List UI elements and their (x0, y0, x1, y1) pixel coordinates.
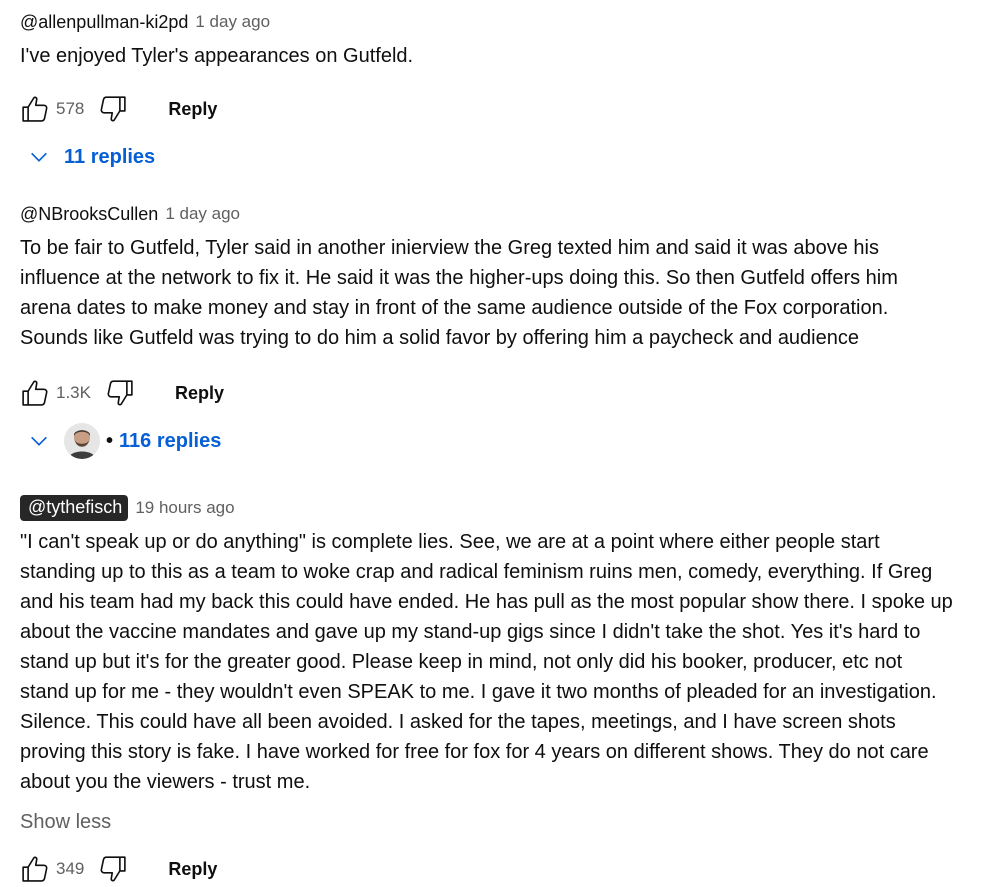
reply-button[interactable]: Reply (168, 859, 217, 880)
replies-count[interactable]: 116 replies (119, 430, 221, 453)
reply-button[interactable]: Reply (168, 99, 217, 120)
reply-button[interactable]: Reply (175, 383, 224, 404)
comment-text: "I can't speak up or do anything" is com… (20, 531, 953, 793)
thumbs-up-icon[interactable] (20, 852, 50, 886)
comment-actions: 349 Reply (20, 849, 994, 887)
comment-header: @tythefisch 19 hours ago (20, 494, 994, 522)
like-count: 1.3K (56, 383, 91, 402)
thumbs-down-icon[interactable] (98, 92, 128, 126)
view-replies-button[interactable]: 11 replies (20, 137, 994, 177)
comment: @NBrooksCullen 1 day ago To be fair to G… (20, 200, 994, 461)
thumbs-down-icon[interactable] (98, 852, 128, 886)
chevron-down-icon (24, 146, 54, 168)
comment: @tythefisch 19 hours ago "I can't speak … (20, 494, 994, 887)
comment-header: @allenpullman-ki2pd 1 day ago (20, 8, 994, 36)
comments-page: @allenpullman-ki2pd 1 day ago I've enjoy… (0, 0, 1002, 887)
like-count: 578 (56, 99, 85, 118)
thumbs-up-icon[interactable] (20, 376, 50, 410)
comment-time[interactable]: 19 hours ago (135, 498, 234, 518)
like-count: 349 (56, 859, 85, 878)
comment-author[interactable]: @NBrooksCullen (20, 204, 158, 225)
comment-text: To be fair to Gutfeld, Tyler said in ano… (20, 237, 898, 349)
show-less-button[interactable]: Show less (20, 807, 994, 837)
comment-header: @NBrooksCullen 1 day ago (20, 200, 994, 228)
comment-time[interactable]: 1 day ago (165, 204, 240, 224)
comment: @allenpullman-ki2pd 1 day ago I've enjoy… (20, 8, 994, 177)
view-replies-button[interactable]: • 116 replies (20, 421, 994, 461)
separator-dot: • (106, 429, 114, 452)
comment-time[interactable]: 1 day ago (195, 12, 270, 32)
replies-count[interactable]: 11 replies (64, 146, 155, 169)
comment-actions: 578 Reply (20, 89, 994, 129)
comment-author[interactable]: @allenpullman-ki2pd (20, 12, 188, 33)
thumbs-up-icon[interactable] (20, 92, 50, 126)
avatar (64, 423, 100, 459)
comment-text: I've enjoyed Tyler's appearances on Gutf… (20, 45, 414, 67)
comment-author-highlighted[interactable]: @tythefisch (20, 495, 129, 521)
chevron-down-icon (24, 430, 54, 452)
thumbs-down-icon[interactable] (105, 376, 135, 410)
comment-actions: 1.3K Reply (20, 373, 994, 413)
